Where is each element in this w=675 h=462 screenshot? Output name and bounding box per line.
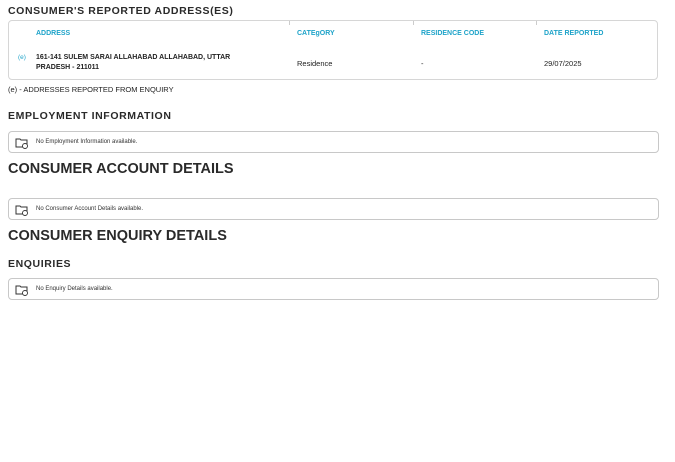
accounts-empty-box: No Consumer Account Details available. xyxy=(8,198,659,220)
enquiries-subtitle: ENQUIRIES xyxy=(8,258,72,270)
column-header-address: ADDRESS xyxy=(36,30,71,37)
column-divider xyxy=(413,21,414,25)
category-cell: Residence xyxy=(297,59,333,68)
address-line1: 161-141 SULEM SARAI ALLAHABAD ALLAHABAD,… xyxy=(36,54,231,61)
residence-code-cell: - xyxy=(421,59,424,68)
enquiry-marker: (e) xyxy=(18,54,26,61)
folder-info-icon xyxy=(15,285,28,296)
column-header-residence-code: RESIDENCE CODE xyxy=(421,30,485,37)
employment-title: EMPLOYMENT INFORMATION xyxy=(8,110,172,122)
addresses-note: (e) - ADDRESSES REPORTED FROM ENQUIRY xyxy=(8,85,174,94)
column-divider xyxy=(289,21,290,25)
accounts-empty-text: No Consumer Account Details available. xyxy=(36,206,144,212)
date-reported-cell: 29/07/2025 xyxy=(544,59,582,68)
folder-info-icon xyxy=(15,138,28,149)
column-header-category: CATEgORY xyxy=(297,30,335,37)
column-divider xyxy=(536,21,537,25)
enquiry-empty-text: No Enquiry Details available. xyxy=(36,286,113,292)
addresses-table: ADDRESS CATEgORY RESIDENCE CODE DATE REP… xyxy=(8,20,658,80)
addresses-title: CONSUMER'S REPORTED ADDRESS(ES) xyxy=(8,5,234,17)
enquiry-empty-box: No Enquiry Details available. xyxy=(8,278,659,300)
address-line2: PRADESH - 211011 xyxy=(36,64,100,71)
folder-info-icon xyxy=(15,205,28,216)
accounts-title: CONSUMER ACCOUNT DETAILS xyxy=(8,161,234,177)
enquiry-title: CONSUMER ENQUIRY DETAILS xyxy=(8,228,227,244)
column-header-date-reported: DATE REPORTED xyxy=(544,30,604,37)
employment-empty-box: No Employment Information available. xyxy=(8,131,659,153)
employment-empty-text: No Employment Information available. xyxy=(36,139,138,145)
